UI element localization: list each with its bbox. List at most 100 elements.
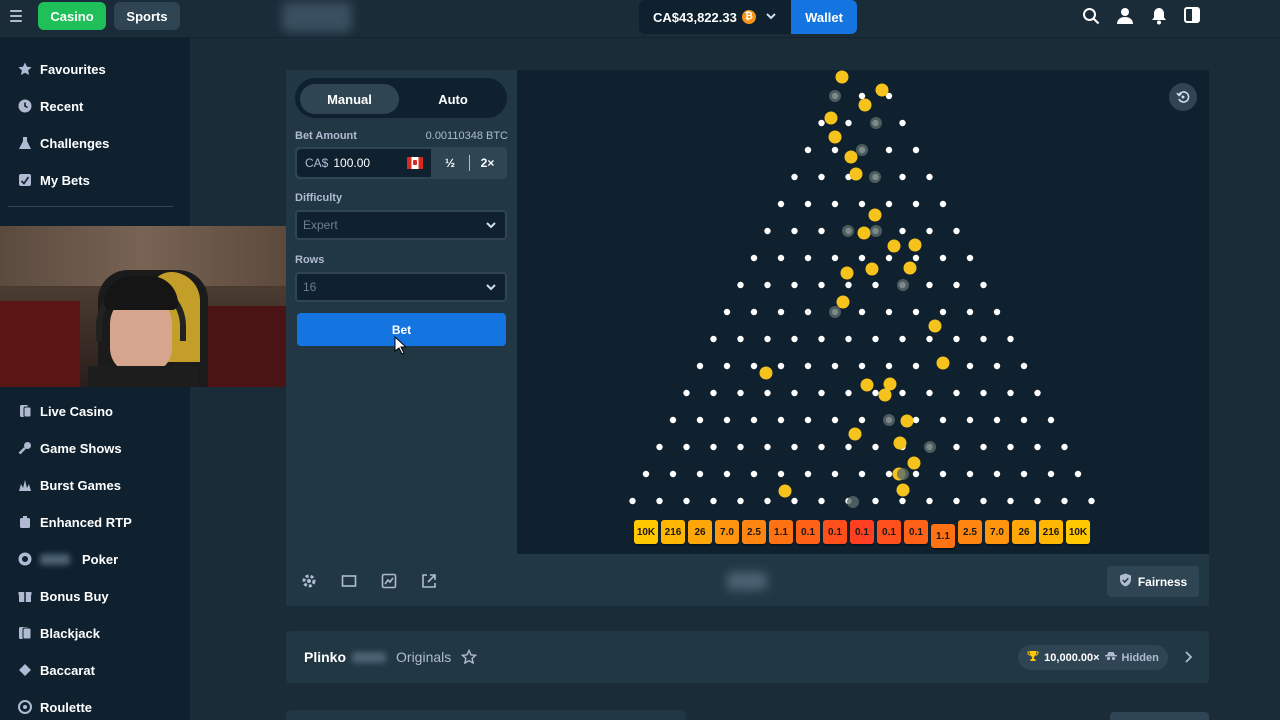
peg (858, 416, 866, 424)
peg (818, 389, 825, 397)
sidebar-item-baccarat[interactable]: Baccarat (18, 659, 95, 681)
peg (966, 362, 974, 370)
multiplier-bucket: 26 (688, 520, 712, 544)
sidebar-item-blackjack[interactable]: Blackjack (18, 622, 100, 644)
peg (818, 227, 825, 235)
bet-controls-panel: Manual Auto Bet Amount 0.00110348 BTC CA… (286, 70, 517, 554)
peg (980, 335, 987, 343)
sidebar-item-label: Enhanced RTP (40, 514, 132, 530)
sidebar-item-my-bets[interactable]: My Bets (18, 169, 90, 191)
peg (899, 389, 906, 397)
sidebar-item-bonus-buy[interactable]: Bonus Buy (18, 585, 109, 607)
peg (804, 146, 812, 154)
peg (885, 470, 893, 478)
peg (899, 335, 906, 343)
notification-bell-icon[interactable] (1150, 7, 1168, 25)
peg (696, 470, 704, 478)
balance-amount: CA$43,822.33 (653, 9, 737, 25)
peg (656, 443, 663, 451)
site-logo[interactable] (282, 2, 352, 32)
microphone-icon (18, 441, 32, 455)
flask-icon (18, 136, 32, 150)
fairness-button[interactable]: Fairness (1107, 566, 1199, 597)
peg (845, 119, 852, 127)
ball-trail (856, 144, 868, 156)
peg (939, 470, 947, 478)
sidebar-item-live-casino[interactable]: Live Casino (18, 400, 113, 422)
sidebar-item-burst-games[interactable]: Burst Games (18, 474, 121, 496)
tab-auto[interactable]: Auto (405, 84, 501, 114)
peg (966, 308, 974, 316)
sidebar-item-poker[interactable]: Poker (18, 548, 118, 570)
peg (980, 443, 987, 451)
peg (804, 308, 812, 316)
peg (953, 443, 960, 451)
peg (926, 173, 933, 181)
multiplier-bucket: 26 (1012, 520, 1036, 544)
search-icon[interactable] (1082, 7, 1100, 25)
sidebar-item-recent[interactable]: Recent (18, 95, 83, 117)
peg (1034, 497, 1041, 505)
sidebar-item-game-shows[interactable]: Game Shows (18, 437, 122, 459)
peg (993, 362, 1001, 370)
brand-name-blurred (40, 553, 70, 565)
plinko-ball (908, 238, 922, 252)
peg (791, 173, 798, 181)
difficulty-select[interactable]: Expert (295, 210, 507, 240)
casino-tab[interactable]: Casino (38, 2, 106, 30)
double-bet-button[interactable]: 2× (469, 155, 505, 171)
sports-tab[interactable]: Sports (114, 2, 180, 30)
wallet-button[interactable]: Wallet (791, 0, 857, 34)
user-icon[interactable] (1116, 7, 1134, 25)
sidebar-item-label: My Bets (40, 172, 90, 188)
peg (750, 416, 758, 424)
peg (899, 119, 906, 127)
replay-icon[interactable] (1169, 83, 1197, 111)
chevron-down-icon (485, 219, 497, 231)
peg (818, 443, 825, 451)
mouse-cursor-icon (394, 336, 406, 354)
half-bet-button[interactable]: ½ (433, 149, 467, 177)
sidebar-item-favourites[interactable]: Favourites (18, 58, 106, 80)
favourite-star-icon[interactable] (461, 649, 478, 665)
plinko-ball (840, 266, 854, 280)
peg (764, 335, 771, 343)
max-win-badge[interactable]: 10,000.00× Hidden (1018, 645, 1168, 670)
peg (710, 389, 717, 397)
sidebar-item-label: Game Shows (40, 440, 122, 456)
balance-selector[interactable]: CA$43,822.33 ₿ (639, 0, 791, 34)
tab-manual[interactable]: Manual (300, 84, 399, 114)
sidebar-item-label: Roulette (40, 699, 92, 715)
sidebar-item-challenges[interactable]: Challenges (18, 132, 109, 154)
plinko-ball (893, 436, 907, 450)
peg (696, 362, 704, 370)
peg (899, 497, 906, 505)
theatre-mode-icon[interactable] (341, 573, 357, 589)
menu-icon[interactable] (6, 6, 26, 26)
peg (1020, 470, 1028, 478)
peg (1074, 470, 1082, 478)
peg (993, 416, 1001, 424)
peg (980, 389, 987, 397)
settings-gear-icon[interactable] (301, 573, 317, 589)
bets-icon (18, 173, 32, 187)
chevron-right-icon[interactable] (1182, 650, 1194, 664)
sidebar-item-roulette[interactable]: Roulette (18, 696, 92, 718)
shield-check-icon (1119, 573, 1132, 590)
sidebar-item-enhanced-rtp[interactable]: Enhanced RTP (18, 511, 132, 533)
peg (777, 416, 785, 424)
plinko-pegs-and-balls (629, 70, 1095, 508)
peg (1034, 443, 1041, 451)
stats-chart-icon[interactable] (381, 573, 397, 589)
peg (1047, 470, 1055, 478)
peg (845, 389, 852, 397)
sidebar-toggle-icon[interactable] (1184, 7, 1202, 25)
peg (1007, 389, 1014, 397)
peg (750, 470, 758, 478)
popout-icon[interactable] (421, 573, 437, 589)
rows-select[interactable]: 16 (295, 272, 507, 302)
peg (723, 308, 731, 316)
peg (1007, 443, 1014, 451)
sidebar-item-label: Baccarat (40, 662, 95, 678)
bet-amount-input[interactable]: CA$ 100.00 (297, 149, 431, 177)
